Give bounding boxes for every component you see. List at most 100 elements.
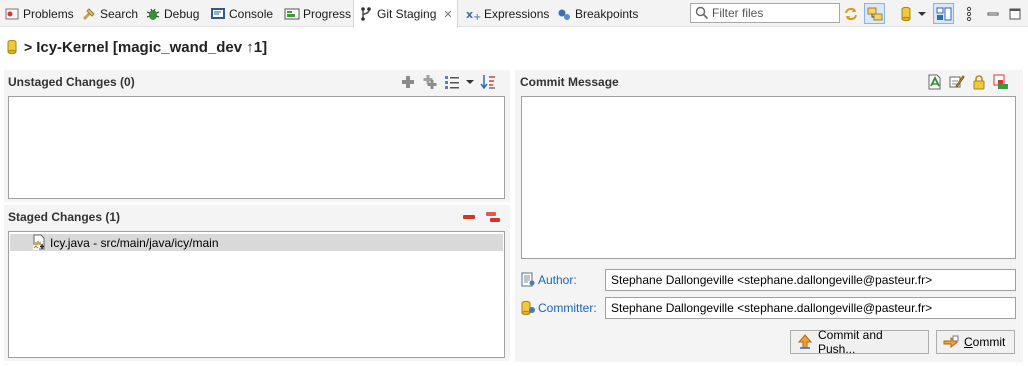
committer-field[interactable]: Stephane Dallongeville <stephane.dallong… <box>605 297 1016 319</box>
author-field[interactable]: Stephane Dallongeville <stephane.dallong… <box>605 269 1016 291</box>
close-icon[interactable]: ✕ <box>443 8 452 21</box>
maximize-icon <box>1009 8 1020 19</box>
minimize-button[interactable] <box>982 3 1003 24</box>
commit-and-push-label: Commit and Push... <box>818 328 883 356</box>
column-layout-button[interactable] <box>933 3 954 24</box>
push-icon <box>797 334 813 350</box>
commit-button[interactable]: Commit <box>936 330 1015 354</box>
commit-and-push-button[interactable]: Commit and Push... <box>790 328 929 356</box>
tab-label: Breakpoints <box>575 6 639 21</box>
commit-label: Commit <box>964 335 1005 349</box>
svg-text:+: + <box>473 12 481 22</box>
author-icon <box>521 272 535 287</box>
staged-file-label: Icy.java - src/main/java/icy/main <box>50 235 219 250</box>
staged-toolbar <box>461 208 501 226</box>
list-item[interactable]: Icy.java - src/main/java/icy/main <box>10 234 503 251</box>
column-layout-icon <box>936 7 951 20</box>
view-tab-bar: Problems Search Debug Console Progress G… <box>0 0 1028 28</box>
staged-heading: Staged Changes (1) <box>8 210 121 224</box>
unstage-selected-button[interactable] <box>461 209 477 225</box>
remove-icon <box>463 215 475 219</box>
chevron-down-icon <box>466 80 474 84</box>
signature-icon <box>949 75 965 88</box>
filter-files-input[interactable] <box>712 6 832 20</box>
refresh-icon <box>844 7 857 20</box>
unstaged-file-list[interactable] <box>8 96 505 199</box>
tab-debug[interactable]: Debug <box>141 0 203 27</box>
link-with-selection-button[interactable] <box>864 3 885 24</box>
tab-label: Expressions <box>484 6 550 21</box>
link-with-selection-icon <box>867 7 882 20</box>
sort-button[interactable] <box>480 74 496 90</box>
repository-icon <box>901 6 910 21</box>
gerrit-icon <box>993 74 1008 89</box>
tab-label: Console <box>229 6 274 21</box>
repository-icon <box>7 39 17 55</box>
presentation-dropdown-button[interactable] <box>466 74 474 90</box>
repository-header: > Icy-Kernel [magic_wand_dev ↑1] <box>6 36 267 58</box>
git-staging-icon <box>358 6 374 22</box>
chevron-down-icon <box>918 11 926 16</box>
staged-file-list[interactable]: Icy.java - src/main/java/icy/main <box>8 231 505 358</box>
tab-label: Progress <box>303 6 352 21</box>
tab-progress[interactable]: Progress <box>280 0 355 27</box>
tab-git-staging[interactable]: Git Staging ✕ <box>353 0 458 28</box>
tab-label: Debug <box>164 6 200 21</box>
console-icon <box>210 6 226 22</box>
tab-label: Search <box>100 6 139 21</box>
tab-console[interactable]: Console <box>206 0 277 27</box>
repository-menu-button[interactable] <box>896 3 917 24</box>
add-change-id-button[interactable] <box>993 74 1009 90</box>
author-label: Author: <box>520 269 577 291</box>
commit-icon <box>943 334 959 350</box>
sort-icon <box>480 75 495 90</box>
unstaged-toolbar <box>400 73 496 91</box>
view-menu-button[interactable] <box>958 3 979 24</box>
stage-all-button[interactable] <box>422 74 438 90</box>
committer-icon <box>521 300 535 316</box>
header-separator: > <box>24 39 33 55</box>
amend-button[interactable] <box>927 74 943 90</box>
committer-label-text: Committer: <box>538 301 597 315</box>
tab-breakpoints[interactable]: Breakpoints <box>552 0 642 27</box>
filter-files-field[interactable] <box>690 3 840 23</box>
search-icon <box>81 6 97 22</box>
tab-label: Git Staging <box>377 7 437 21</box>
more-vertical-icon <box>966 6 971 21</box>
commit-toolbar <box>927 73 1009 91</box>
stage-selected-button[interactable] <box>400 74 416 90</box>
unstage-all-button[interactable] <box>485 209 501 225</box>
debug-icon <box>145 6 161 22</box>
committer-label: Committer: <box>520 297 597 319</box>
maximize-button[interactable] <box>1004 3 1025 24</box>
lock-icon <box>973 75 985 90</box>
amend-icon <box>928 74 941 90</box>
list-icon <box>445 76 459 89</box>
tab-expressions[interactable]: x + Expressions <box>461 0 553 27</box>
repository-title: Icy-Kernel [magic_wand_dev ↑1] <box>36 38 268 56</box>
add-icon <box>402 76 414 88</box>
add-all-icon <box>423 75 437 89</box>
problems-icon <box>4 6 20 22</box>
remove-all-icon <box>486 212 500 222</box>
unstaged-heading: Unstaged Changes (0) <box>8 75 135 89</box>
repository-dropdown-button[interactable] <box>915 3 929 24</box>
tab-label: Problems <box>23 6 74 21</box>
search-icon <box>695 6 709 20</box>
breakpoints-icon <box>556 6 572 22</box>
presentation-button[interactable] <box>444 74 460 90</box>
signed-off-by-button[interactable] <box>949 74 965 90</box>
expressions-icon: x + <box>465 6 481 22</box>
tab-search[interactable]: Search <box>77 0 142 27</box>
progress-icon <box>284 6 300 22</box>
tab-problems[interactable]: Problems <box>0 0 78 27</box>
commit-message-heading: Commit Message <box>520 75 619 89</box>
commit-mnemonic: C <box>964 335 973 349</box>
commit-label-rest: ommit <box>972 335 1006 349</box>
refresh-button[interactable] <box>840 3 861 24</box>
minimize-icon <box>987 12 998 15</box>
java-file-icon <box>31 234 47 254</box>
author-label-text: Author: <box>538 273 577 287</box>
commit-message-input[interactable] <box>521 96 1016 259</box>
sign-commit-button[interactable] <box>971 74 987 90</box>
